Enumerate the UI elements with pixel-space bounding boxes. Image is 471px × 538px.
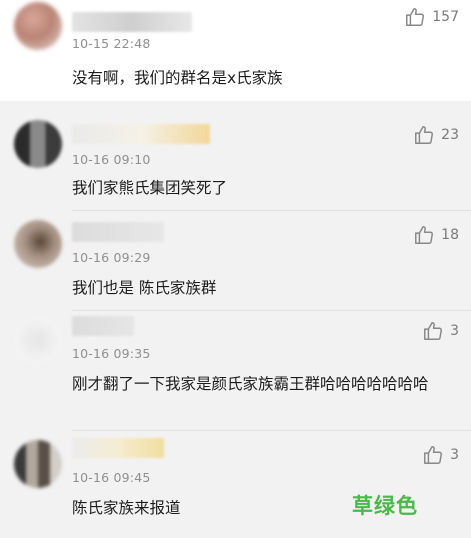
comment-text: 没有啊，我们的群名是x氏家族: [72, 69, 283, 87]
username-blurred[interactable]: [72, 438, 164, 458]
divider: [72, 310, 471, 311]
divider: [72, 210, 471, 211]
divider: [72, 430, 471, 431]
comment-timestamp: 10-15 22:48: [72, 36, 151, 51]
like-button[interactable]: 3: [422, 320, 459, 342]
avatar[interactable]: [14, 2, 62, 50]
comment-item: 3 10-16 09:35 刚才翻了一下我家是颜氏家族霸王群哈哈哈哈哈哈哈: [0, 312, 471, 430]
like-count: 3: [450, 447, 459, 463]
thumbs-up-icon: [415, 226, 434, 244]
like-button[interactable]: 3: [422, 444, 459, 466]
like-count: 23: [441, 127, 459, 143]
like-count: 18: [441, 227, 459, 243]
comment-text: 我们也是 陈氏家族群: [72, 279, 217, 297]
comment-item: 18 10-16 09:29 我们也是 陈氏家族群: [0, 212, 471, 310]
thumbs-up-icon: [424, 322, 443, 340]
comment-text: 我们家熊氏集团笑死了: [72, 179, 228, 197]
thumbs-up-icon: [415, 126, 434, 144]
avatar[interactable]: [14, 440, 62, 488]
avatar[interactable]: [14, 220, 62, 268]
comment-item: 23 10-16 09:10 我们家熊氏集团笑死了: [0, 112, 471, 210]
username-blurred[interactable]: [72, 222, 164, 242]
username-blurred[interactable]: [72, 124, 210, 144]
username-blurred[interactable]: [72, 12, 192, 32]
thumbs-up-icon: [406, 8, 425, 26]
comment-text: 刚才翻了一下我家是颜氏家族霸王群哈哈哈哈哈哈哈: [72, 375, 429, 393]
avatar[interactable]: [14, 120, 62, 168]
like-button[interactable]: 157: [404, 6, 459, 28]
comment-item: 157 10-15 22:48 没有啊，我们的群名是x氏家族: [0, 0, 471, 101]
like-count: 3: [450, 323, 459, 339]
thumbs-up-icon: [424, 446, 443, 464]
comment-timestamp: 10-16 09:10: [72, 152, 151, 167]
avatar[interactable]: [14, 316, 62, 364]
comment-timestamp: 10-16 09:35: [72, 346, 151, 361]
like-button[interactable]: 23: [413, 124, 459, 146]
comment-timestamp: 10-16 09:45: [72, 470, 151, 485]
watermark: 草绿色: [352, 494, 418, 518]
comment-timestamp: 10-16 09:29: [72, 250, 151, 265]
comment-item: 3 10-16 09:45 陈氏家族来报道: [0, 432, 471, 538]
like-count: 157: [432, 9, 459, 25]
like-button[interactable]: 18: [413, 224, 459, 246]
username-blurred[interactable]: [72, 316, 134, 336]
